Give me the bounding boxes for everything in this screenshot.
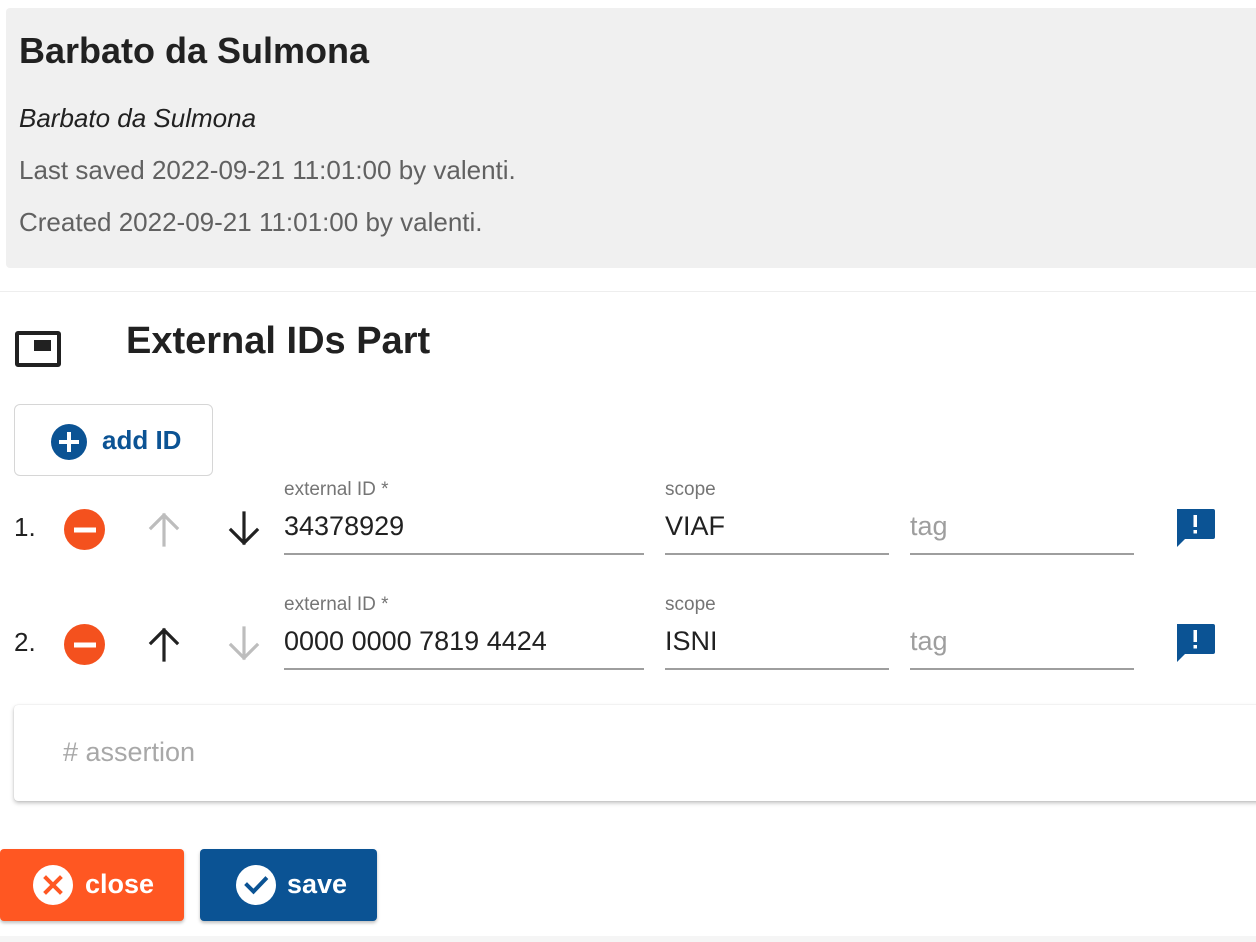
add-id-label: add ID (102, 425, 182, 455)
id-row-number: 2. (14, 627, 36, 657)
tag-placeholder: tag (910, 511, 948, 541)
item-subtitle: Barbato da Sulmona (19, 103, 257, 133)
move-up-button[interactable] (144, 509, 184, 549)
add-circle-icon (51, 424, 87, 460)
tag-placeholder: tag (910, 626, 948, 656)
feedback-button[interactable] (1174, 622, 1216, 666)
divider (0, 291, 1256, 292)
remove-id-button[interactable] (64, 624, 105, 665)
created-info: Created 2022-09-21 11:01:00 by valenti. (19, 207, 483, 237)
move-down-button[interactable] (224, 509, 264, 549)
feedback-button[interactable] (1174, 507, 1216, 551)
external-id-label: external ID * (284, 594, 389, 615)
assertion-panel[interactable]: # assertion (14, 705, 1256, 801)
feedback-icon (1177, 624, 1215, 662)
move-up-button[interactable] (144, 624, 184, 664)
bottom-bar (0, 936, 1256, 942)
arrow-down-icon (228, 626, 260, 661)
picture-in-picture-icon (15, 331, 61, 367)
item-title: Barbato da Sulmona (19, 30, 370, 71)
external-id-field[interactable]: external ID * 34378929 (284, 479, 644, 555)
assertion-placeholder: # assertion (63, 737, 196, 767)
feedback-icon (1177, 509, 1215, 547)
cancel-icon (33, 865, 73, 905)
arrow-down-icon (228, 511, 260, 546)
move-down-button[interactable] (224, 624, 264, 664)
scope-field[interactable]: scope ISNI (665, 594, 889, 670)
external-id-value: 34378929 (284, 511, 405, 541)
external-id-label: external ID * (284, 479, 389, 500)
tag-field[interactable]: tag (910, 495, 1134, 555)
scope-value: ISNI (665, 626, 718, 656)
check-circle-icon (236, 865, 276, 905)
tag-field[interactable]: tag (910, 610, 1134, 670)
add-id-button[interactable]: add ID (14, 404, 213, 476)
scope-field[interactable]: scope VIAF (665, 479, 889, 555)
close-button[interactable]: close (0, 849, 184, 921)
scope-value: VIAF (665, 511, 726, 541)
remove-id-button[interactable] (64, 509, 105, 550)
save-button[interactable]: save (200, 849, 377, 921)
id-row-number: 1. (14, 512, 36, 542)
scope-label: scope (665, 479, 716, 500)
arrow-up-icon (148, 512, 180, 547)
part-title: External IDs Part (126, 320, 431, 362)
arrow-up-icon (148, 627, 180, 662)
external-id-field[interactable]: external ID * 0000 0000 7819 4424 (284, 594, 644, 670)
last-saved-info: Last saved 2022-09-21 11:01:00 by valent… (19, 155, 516, 185)
scope-label: scope (665, 594, 716, 615)
save-label: save (287, 869, 348, 899)
external-id-value: 0000 0000 7819 4424 (284, 626, 547, 656)
close-label: close (85, 869, 155, 899)
